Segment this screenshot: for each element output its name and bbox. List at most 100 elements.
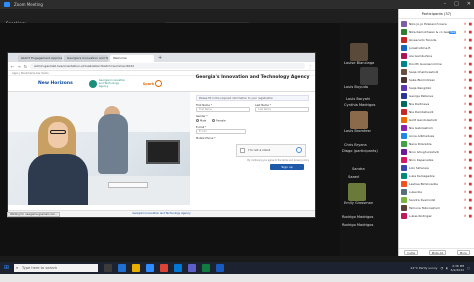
camera-off-icon[interactable]: ■: [469, 206, 472, 210]
mic-muted-icon[interactable]: ✕: [464, 150, 467, 154]
participant-row[interactable]: Nana Dilanidze ✕ ■: [401, 140, 472, 148]
participant-row[interactable]: Givescarlo Tanode ✕ ■: [401, 36, 472, 44]
camera-off-icon[interactable]: ■: [469, 134, 472, 138]
participant-row[interactable]: George Pellsova ✕ ■: [401, 92, 472, 100]
mic-muted-icon[interactable]: ✕: [464, 142, 467, 146]
mic-muted-icon[interactable]: ✕: [464, 22, 467, 26]
mic-muted-icon[interactable]: ✕: [464, 86, 467, 90]
camera-off-icon[interactable]: ■: [469, 22, 472, 26]
participant-row[interactable]: Lukecilia ✕ ■: [401, 188, 472, 196]
teams-icon[interactable]: [188, 264, 196, 272]
mic-muted-icon[interactable]: ✕: [464, 38, 467, 42]
participant-row[interactable]: Lizo Skhulaia ✕ ■: [401, 164, 472, 172]
camera-off-icon[interactable]: ■: [469, 214, 472, 218]
address-bar[interactable]: admin.gasmall.live/orientation-virtualiz…: [30, 63, 305, 69]
participant-row[interactable]: Niko Jo-Jo Ezakanch Gara ✕ ■: [401, 20, 472, 28]
wifi-icon[interactable]: ◔: [440, 266, 443, 270]
camera-off-icon[interactable]: ■: [469, 182, 472, 186]
mic-muted-icon[interactable]: ✕: [464, 94, 467, 98]
camera-off-icon[interactable]: ■: [469, 62, 472, 66]
participant-row[interactable]: Lashaa Bimikvadze ✕ ■: [401, 180, 472, 188]
participant-row[interactable]: Saqa Rangdiko ✕ ■: [401, 84, 472, 92]
startup-logo[interactable]: Spark: [143, 80, 163, 87]
mic-muted-icon[interactable]: ✕: [464, 190, 467, 194]
store-icon[interactable]: [174, 264, 182, 272]
camera-off-icon[interactable]: ■: [469, 126, 472, 130]
camera-off-icon[interactable]: ■: [469, 46, 472, 50]
participant-row[interactable]: Aia Gambuhina ✕ ■: [401, 52, 472, 60]
mic-muted-icon[interactable]: ✕: [464, 182, 467, 186]
taskbar-search[interactable]: ⌕ Type here to search: [14, 264, 98, 272]
zoom-icon[interactable]: [146, 264, 154, 272]
participant-row[interactable]: Saba Blomidinian ✕ ■: [401, 76, 472, 84]
mic-muted-icon[interactable]: ✕: [464, 110, 467, 114]
browser-tab-3[interactable]: Welcome: [110, 55, 154, 62]
participant-row[interactable]: Nika Kamokhwan & co Isaac Host ✕ ■: [401, 28, 472, 36]
camera-off-icon[interactable]: ■: [469, 94, 472, 98]
new-tab-icon[interactable]: +: [158, 55, 162, 62]
camera-off-icon[interactable]: ■: [469, 190, 472, 194]
participant-row[interactable]: Nia Gabriashvili ✕ ■: [401, 124, 472, 132]
mic-muted-icon[interactable]: ✕: [464, 214, 467, 218]
camera-off-icon[interactable]: ■: [469, 86, 472, 90]
mic-muted-icon[interactable]: ✕: [464, 62, 467, 66]
task-view-icon[interactable]: [104, 264, 112, 272]
edge-icon[interactable]: [118, 264, 126, 272]
close-icon[interactable]: ✕: [467, 0, 471, 9]
mic-muted-icon[interactable]: ✕: [464, 206, 467, 210]
mic-muted-icon[interactable]: ✕: [464, 78, 467, 82]
forward-icon[interactable]: →: [17, 64, 20, 69]
video-tile[interactable]: [360, 67, 378, 85]
mic-muted-icon[interactable]: ✕: [464, 54, 467, 58]
excel-icon[interactable]: [202, 264, 210, 272]
camera-off-icon[interactable]: ■: [469, 102, 472, 106]
mic-muted-icon[interactable]: ✕: [464, 158, 467, 162]
email-field[interactable]: E-mail: [196, 128, 246, 134]
invite-button[interactable]: Invite: [404, 250, 419, 255]
captcha-checkbox[interactable]: [240, 147, 245, 153]
camera-off-icon[interactable]: ■: [469, 78, 472, 82]
participant-row[interactable]: Dovith Guarascomme ✕ ■: [401, 60, 472, 68]
new-horizons-logo[interactable]: New Horizons: [38, 81, 73, 86]
agency-logo[interactable]: Georgian Innovation and Technology Agenc…: [88, 79, 127, 88]
camera-off-icon[interactable]: ■: [469, 70, 472, 74]
chrome-icon[interactable]: [160, 264, 168, 272]
camera-off-icon[interactable]: ■: [469, 38, 472, 42]
participant-row[interactable]: Nino Ghughunishvili ✕ ■: [401, 148, 472, 156]
mic-muted-icon[interactable]: ✕: [464, 126, 467, 130]
maximize-icon[interactable]: □: [454, 0, 459, 9]
camera-off-icon[interactable]: ■: [469, 150, 472, 154]
reload-icon[interactable]: ↻: [24, 64, 27, 69]
volume-icon[interactable]: ◖: [446, 266, 448, 270]
camera-off-icon[interactable]: ■: [469, 142, 472, 146]
back-icon[interactable]: ←: [11, 64, 14, 69]
camera-off-icon[interactable]: ■: [469, 54, 472, 58]
participant-row[interactable]: Luka Kamagadze ✕ ■: [401, 172, 472, 180]
participant-row[interactable]: Nino Kapanadze ✕ ■: [401, 156, 472, 164]
video-tile[interactable]: [350, 111, 368, 129]
mic-muted-icon[interactable]: ✕: [464, 174, 467, 178]
menu-icon[interactable]: ⋮: [308, 64, 312, 69]
camera-off-icon[interactable]: ■: [469, 158, 472, 162]
mic-muted-icon[interactable]: ✕: [464, 134, 467, 138]
mic-muted-icon[interactable]: ✕: [464, 198, 467, 202]
camera-off-icon[interactable]: ■: [469, 30, 472, 34]
video-tile[interactable]: [350, 43, 368, 61]
last-name-field[interactable]: Last Name: [255, 107, 309, 112]
weather-text[interactable]: 22°C Partly sunny: [411, 266, 438, 270]
participant-row[interactable]: Jurashvitzna E. ✕ ■: [401, 44, 472, 52]
mic-muted-icon[interactable]: ✕: [464, 70, 467, 74]
gender-female-option[interactable]: Female: [212, 119, 226, 123]
gender-male-option[interactable]: Male: [196, 119, 206, 123]
word-icon[interactable]: [216, 264, 224, 272]
browser-tab-2[interactable]: Georgia's Innovation and Technology Agen…: [64, 55, 108, 62]
participant-row[interactable]: Saqa Chakhvashvili ✕ ■: [401, 68, 472, 76]
mic-muted-icon[interactable]: ✕: [464, 30, 467, 34]
participant-row[interactable]: Sandra Kvemodzi ✕ ■: [401, 196, 472, 204]
first-name-field[interactable]: First Name: [196, 107, 250, 112]
participant-row[interactable]: Gollt Gandolashvili ✕ ■: [401, 116, 472, 124]
clock[interactable]: 4:36 PM 6/2/2022: [451, 264, 464, 272]
mic-muted-icon[interactable]: ✕: [464, 46, 467, 50]
mute-all-button[interactable]: Mute All: [428, 250, 447, 255]
mic-muted-icon[interactable]: ✕: [464, 118, 467, 122]
